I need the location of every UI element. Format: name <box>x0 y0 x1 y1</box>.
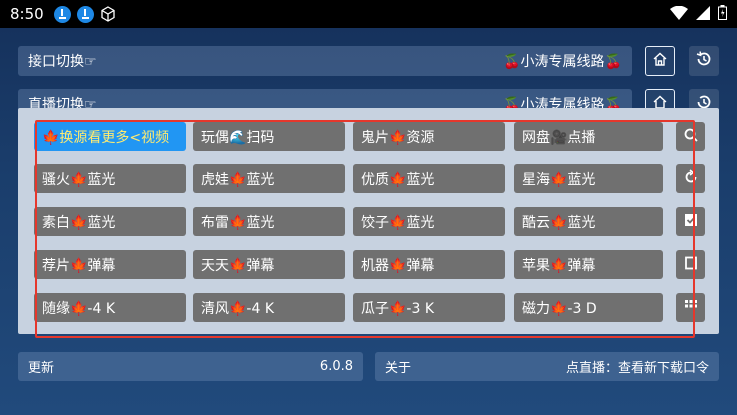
signal-icon <box>696 5 710 24</box>
source-item[interactable]: 星海🍁蓝光 <box>514 164 663 193</box>
source-item-label: 清风🍁-4 K <box>201 300 275 317</box>
interface-switch-label: 接口切换☞ <box>28 54 97 70</box>
history-button[interactable] <box>689 46 719 76</box>
history-icon <box>695 50 713 72</box>
source-item[interactable]: 虎娃🍁蓝光 <box>193 164 345 193</box>
source-item[interactable]: 磁力🍁-3 D <box>514 293 663 322</box>
about-label: 关于 <box>385 361 412 376</box>
source-item[interactable]: 清风🍁-4 K <box>193 293 345 322</box>
update-row[interactable]: 更新 6.0.8 <box>18 352 363 381</box>
cube-icon <box>100 6 117 23</box>
source-item-label: 优质🍁蓝光 <box>361 171 435 188</box>
source-item[interactable]: 随缘🍁-4 K <box>34 293 186 322</box>
source-item-label: 机器🍁弹幕 <box>361 257 435 274</box>
home-button[interactable] <box>645 46 675 76</box>
source-item-label: 玩偶🌊扫码 <box>201 129 275 146</box>
download-icon <box>53 5 71 23</box>
interface-switch-value: 🍒小涛专属线路🍒 <box>503 54 622 70</box>
source-item[interactable]: 饺子🍁蓝光 <box>353 207 505 236</box>
source-item-label: 素白🍁蓝光 <box>42 214 116 231</box>
source-item-label: 鬼片🍁资源 <box>361 129 435 146</box>
about-row[interactable]: 关于 点直播：查看新下载口令 <box>375 352 719 381</box>
source-item[interactable]: 瓜子🍁-3 K <box>353 293 505 322</box>
source-item-label: 瓜子🍁-3 K <box>361 300 435 317</box>
source-item-label: 酷云🍁蓝光 <box>522 214 596 231</box>
search-icon <box>683 127 699 147</box>
version-value: 6.0.8 <box>319 359 353 374</box>
source-item-label: 荐片🍁弹幕 <box>42 257 116 274</box>
grid-icon <box>684 298 698 317</box>
download-icon-2 <box>76 5 94 23</box>
source-item-label: 虎娃🍁蓝光 <box>201 171 275 188</box>
source-item-label: 网盘🎥点播 <box>522 129 596 146</box>
battery-icon <box>718 4 727 24</box>
source-item[interactable]: 布雷🍁蓝光 <box>193 207 345 236</box>
source-item[interactable]: 玩偶🌊扫码 <box>193 122 345 151</box>
source-item-label: 苹果🍁弹幕 <box>522 257 596 274</box>
source-item[interactable]: 优质🍁蓝光 <box>353 164 505 193</box>
source-item[interactable]: 网盘🎥点播 <box>514 122 663 151</box>
source-item-label: 随缘🍁-4 K <box>42 300 116 317</box>
refresh-icon <box>683 168 699 189</box>
source-item[interactable]: 天天🍁弹幕 <box>193 250 345 279</box>
search-button[interactable] <box>676 122 705 151</box>
source-item-label: 天天🍁弹幕 <box>201 257 275 274</box>
square-icon <box>683 255 699 275</box>
source-item[interactable]: 鬼片🍁资源 <box>353 122 505 151</box>
source-item-label: 饺子🍁蓝光 <box>361 214 435 231</box>
source-item[interactable]: 酷云🍁蓝光 <box>514 207 663 236</box>
update-label: 更新 <box>28 361 55 376</box>
source-item[interactable]: 荐片🍁弹幕 <box>34 250 186 279</box>
source-item[interactable]: 素白🍁蓝光 <box>34 207 186 236</box>
source-item-label: 布雷🍁蓝光 <box>201 214 275 231</box>
source-item[interactable]: 机器🍁弹幕 <box>353 250 505 279</box>
status-bar: 8:50 <box>0 0 737 28</box>
source-item-label: 🍁换源看更多<视频 <box>42 129 170 146</box>
source-item[interactable]: 骚火🍁蓝光 <box>34 164 186 193</box>
checkbox-button[interactable] <box>676 207 705 236</box>
source-item-switch[interactable]: 🍁换源看更多<视频 <box>34 122 186 151</box>
wifi-icon <box>670 5 688 24</box>
status-time: 8:50 <box>10 5 44 23</box>
checkbox-icon <box>683 212 699 232</box>
square-button[interactable] <box>676 250 705 279</box>
grid-button[interactable] <box>676 293 705 322</box>
source-item[interactable]: 苹果🍁弹幕 <box>514 250 663 279</box>
source-item-label: 磁力🍁-3 D <box>522 300 597 317</box>
refresh-button[interactable] <box>676 164 705 193</box>
about-value: 点直播：查看新下载口令 <box>565 361 709 376</box>
source-item-label: 星海🍁蓝光 <box>522 171 596 188</box>
source-item-label: 骚火🍁蓝光 <box>42 171 116 188</box>
interface-switch-row[interactable]: 接口切换☞ 🍒小涛专属线路🍒 <box>18 46 632 76</box>
home-icon <box>652 51 668 71</box>
